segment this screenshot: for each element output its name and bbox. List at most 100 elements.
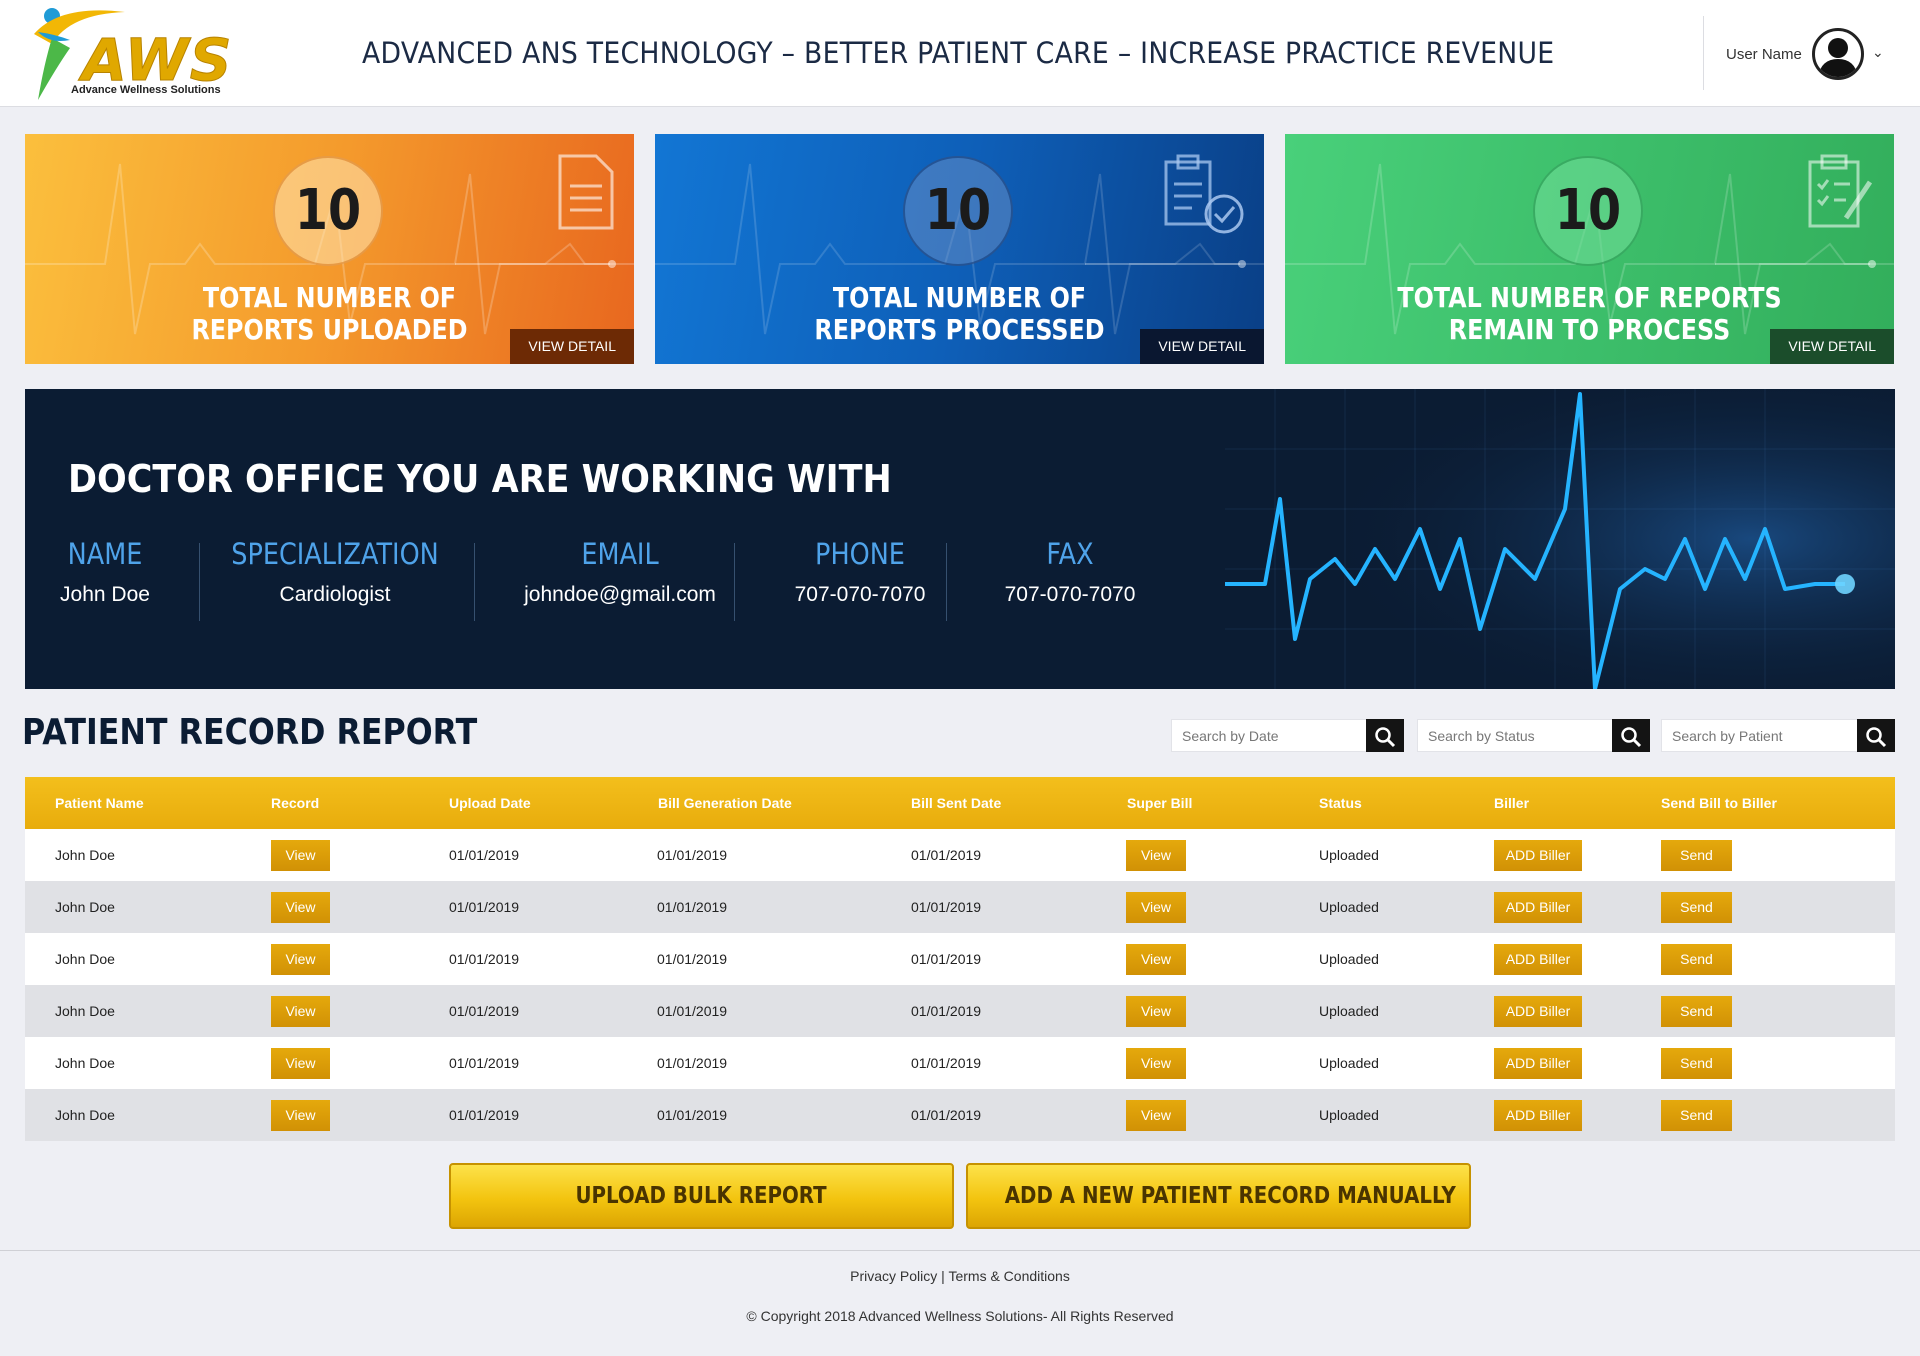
search-status-button[interactable] <box>1612 719 1650 752</box>
record-view-button[interactable]: View <box>271 840 330 871</box>
patient-record-title: PATIENT RECORD REPORT <box>22 712 478 753</box>
search-icon <box>1375 727 1396 748</box>
cell-bill-sent-date: 01/01/2019 <box>911 1003 982 1019</box>
cell-bill-generation-date: 01/01/2019 <box>657 951 728 967</box>
stat-count: 10 <box>294 178 362 243</box>
logo-subtitle: Advance Wellness Solutions <box>71 84 221 96</box>
field-label: EMAIL <box>581 537 659 571</box>
stat-count-badge: 10 <box>273 156 383 266</box>
stat-count-badge: 10 <box>1533 156 1643 266</box>
search-date-button[interactable] <box>1366 719 1404 752</box>
stat-title-line1: TOTAL NUMBER OF <box>202 281 457 314</box>
search-date-input[interactable] <box>1172 720 1362 751</box>
table-row: John Doe View 01/01/2019 01/01/2019 01/0… <box>25 1089 1895 1141</box>
terms-link[interactable]: Terms & Conditions <box>948 1268 1069 1284</box>
add-biller-button[interactable]: ADD Biller <box>1494 944 1582 975</box>
user-name[interactable]: User Name <box>1726 46 1802 63</box>
add-biller-button[interactable]: ADD Biller <box>1494 996 1582 1027</box>
add-biller-button[interactable]: ADD Biller <box>1494 892 1582 923</box>
doctor-name-field: NAME John Doe <box>49 537 161 607</box>
column-header-send-bill[interactable]: Send Bill to Biller <box>1661 777 1777 829</box>
stat-count-badge: 10 <box>903 156 1013 266</box>
search-status-input[interactable] <box>1418 720 1608 751</box>
user-silhouette-icon <box>1818 38 1858 77</box>
cell-patient-name: John Doe <box>55 951 115 967</box>
search-patient-input[interactable] <box>1662 720 1852 751</box>
upload-bulk-report-button[interactable]: UPLOAD BULK REPORT <box>449 1163 954 1229</box>
view-detail-button[interactable]: VIEW DETAIL <box>510 329 634 364</box>
cell-status: Uploaded <box>1319 1107 1379 1123</box>
field-value[interactable]: johndoe@gmail.com <box>495 583 745 607</box>
table-row: John Doe View 01/01/2019 01/01/2019 01/0… <box>25 1037 1895 1089</box>
cell-patient-name: John Doe <box>55 1003 115 1019</box>
page-footer: Privacy Policy | Terms & Conditions © Co… <box>0 1250 1920 1356</box>
record-view-button[interactable]: View <box>271 892 330 923</box>
send-bill-button[interactable]: Send <box>1661 892 1732 923</box>
cell-upload-date: 01/01/2019 <box>449 899 520 915</box>
clipboard-edit-icon <box>1808 154 1873 228</box>
doctor-phone-field: PHONE 707-070-7070 <box>760 537 960 607</box>
record-view-button[interactable]: View <box>271 944 330 975</box>
add-biller-button[interactable]: ADD Biller <box>1494 840 1582 871</box>
super-bill-view-button[interactable]: View <box>1126 1048 1186 1079</box>
column-header-status[interactable]: Status <box>1319 777 1362 829</box>
doctor-panel-title: DOCTOR OFFICE YOU ARE WORKING WITH <box>68 457 892 501</box>
field-divider <box>946 543 947 621</box>
send-bill-button[interactable]: Send <box>1661 840 1732 871</box>
super-bill-view-button[interactable]: View <box>1126 892 1186 923</box>
add-biller-button[interactable]: ADD Biller <box>1494 1048 1582 1079</box>
send-bill-button[interactable]: Send <box>1661 944 1732 975</box>
super-bill-view-button[interactable]: View <box>1126 944 1186 975</box>
stat-count: 10 <box>1554 178 1622 243</box>
table-row: John Doe View 01/01/2019 01/01/2019 01/0… <box>25 829 1895 881</box>
super-bill-view-button[interactable]: View <box>1126 1100 1186 1131</box>
cell-status: Uploaded <box>1319 899 1379 915</box>
search-date <box>1171 719 1404 752</box>
field-label: FAX <box>1046 537 1094 571</box>
search-patient-button[interactable] <box>1857 719 1895 752</box>
header-tagline: ADVANCED ANS TECHNOLOGY – BETTER PATIENT… <box>362 36 1555 70</box>
add-patient-record-button[interactable]: ADD A NEW PATIENT RECORD MANUALLY <box>966 1163 1471 1229</box>
view-detail-button[interactable]: VIEW DETAIL <box>1770 329 1894 364</box>
cell-bill-generation-date: 01/01/2019 <box>657 1107 728 1123</box>
document-icon <box>558 154 614 230</box>
aws-logo[interactable]: AWS Advance Wellness Solutions <box>30 4 232 104</box>
column-header-record[interactable]: Record <box>271 777 319 829</box>
field-divider <box>199 543 200 621</box>
record-view-button[interactable]: View <box>271 1048 330 1079</box>
column-header-biller[interactable]: Biller <box>1494 777 1529 829</box>
privacy-policy-link[interactable]: Privacy Policy <box>850 1268 937 1284</box>
column-header-patient-name[interactable]: Patient Name <box>55 777 144 829</box>
cell-bill-sent-date: 01/01/2019 <box>911 899 982 915</box>
cell-status: Uploaded <box>1319 847 1379 863</box>
stat-card-processed: 10 TOTAL NUMBER OF REPORTS PROCESSED VIE… <box>655 134 1264 364</box>
field-label: NAME <box>67 537 143 571</box>
table-row: John Doe View 01/01/2019 01/01/2019 01/0… <box>25 933 1895 985</box>
cell-upload-date: 01/01/2019 <box>449 951 520 967</box>
stat-title-line1: TOTAL NUMBER OF REPORTS <box>1397 281 1782 314</box>
column-header-super-bill[interactable]: Super Bill <box>1127 777 1192 829</box>
cell-status: Uploaded <box>1319 1055 1379 1071</box>
user-avatar[interactable] <box>1812 28 1864 80</box>
column-header-upload-date[interactable]: Upload Date <box>449 777 531 829</box>
field-label: PHONE <box>815 537 905 571</box>
column-header-bill-sent-date[interactable]: Bill Sent Date <box>911 777 1001 829</box>
table-header: Patient Name Record Upload Date Bill Gen… <box>25 777 1895 829</box>
add-biller-button[interactable]: ADD Biller <box>1494 1100 1582 1131</box>
stat-title-line1: TOTAL NUMBER OF <box>832 281 1087 314</box>
send-bill-button[interactable]: Send <box>1661 1048 1732 1079</box>
chevron-down-icon[interactable]: ⌄ <box>1872 44 1884 61</box>
view-detail-button[interactable]: VIEW DETAIL <box>1140 329 1264 364</box>
column-header-bill-generation-date[interactable]: Bill Generation Date <box>658 777 792 829</box>
search-icon <box>1621 727 1642 748</box>
super-bill-view-button[interactable]: View <box>1126 996 1186 1027</box>
copyright-text: © Copyright 2018 Advanced Wellness Solut… <box>746 1308 1174 1324</box>
super-bill-view-button[interactable]: View <box>1126 840 1186 871</box>
record-view-button[interactable]: View <box>271 996 330 1027</box>
send-bill-button[interactable]: Send <box>1661 1100 1732 1131</box>
field-value: 707-070-7070 <box>1004 583 1136 606</box>
cell-bill-sent-date: 01/01/2019 <box>911 1107 982 1123</box>
record-view-button[interactable]: View <box>271 1100 330 1131</box>
send-bill-button[interactable]: Send <box>1661 996 1732 1027</box>
field-divider <box>734 543 735 621</box>
